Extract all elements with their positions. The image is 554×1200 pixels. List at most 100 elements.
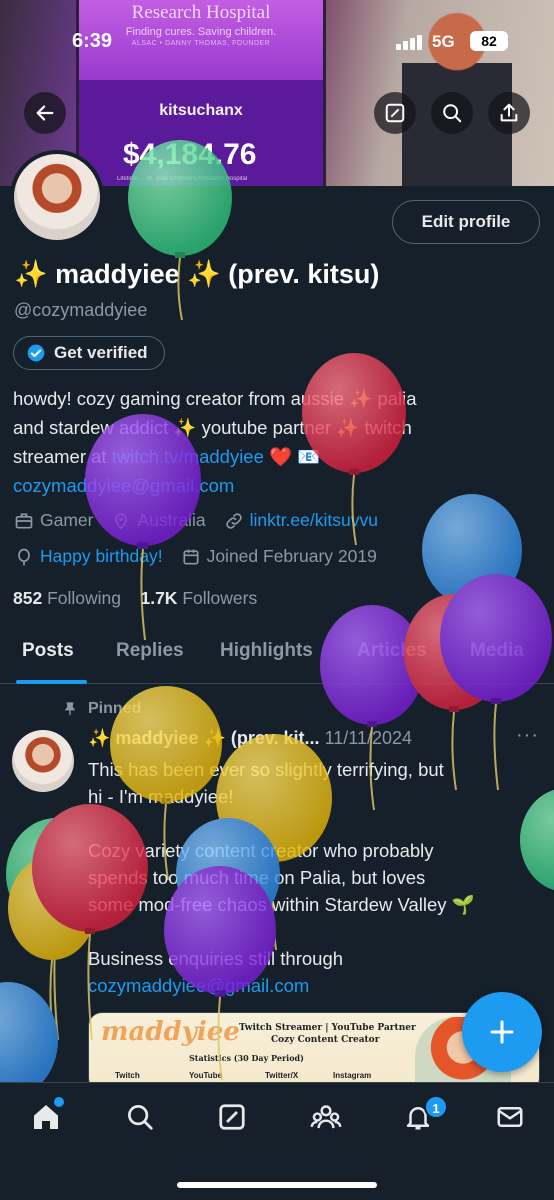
- grok-icon: [219, 1104, 245, 1130]
- banner-hospital-text: Research Hospital: [131, 2, 271, 23]
- media-logo: maddyiee: [101, 1017, 240, 1047]
- bio-line: and stardew addict ✨ youtube partner ✨ t…: [13, 417, 412, 438]
- profile-meta-row: Gamer Australia linktr.ee/kitsuvvu: [14, 510, 378, 531]
- battery-icon: 82: [470, 31, 508, 51]
- plus-icon: [490, 1020, 514, 1044]
- network-type: 5G: [432, 32, 455, 51]
- post-line: Business enquiries still through: [88, 948, 344, 969]
- edit-icon: [385, 103, 405, 123]
- post-body-paragraph: Cozy variety content creator who probabl…: [88, 837, 538, 918]
- post-body-paragraph: This has been ever so slightly terrifyin…: [88, 756, 538, 810]
- birthday-text: Happy birthday!: [40, 546, 163, 566]
- share-icon: [500, 103, 518, 122]
- verified-badge-icon: [27, 344, 45, 362]
- profile-location: Australia: [137, 510, 206, 530]
- location-icon: [115, 513, 128, 530]
- banner-fundraiser-board: Research Hospital Finding cures. Saving …: [76, 0, 326, 186]
- follow-stats: 852 Following 1.7K Followers: [13, 588, 257, 609]
- pin-icon: [64, 702, 76, 715]
- tab-media[interactable]: Media: [470, 640, 524, 662]
- link-icon: [225, 512, 242, 529]
- display-name: ✨ maddyiee ✨ (prev. kitsu): [14, 259, 380, 289]
- post-author-name[interactable]: ✨ maddyiee ✨ (prev. kit...: [88, 728, 320, 748]
- nav-messages[interactable]: [490, 1099, 530, 1135]
- post-body-paragraph: Business enquiries still through cozymad…: [88, 945, 538, 999]
- tab-highlights[interactable]: Highlights: [220, 640, 313, 662]
- media-text: Cozy Content Creator: [271, 1035, 380, 1045]
- pinned-text: Pinned: [88, 700, 142, 717]
- media-platform: Instagram: [333, 1071, 372, 1080]
- following-count: 852: [13, 588, 43, 608]
- media-platform: YouTube: [189, 1071, 223, 1080]
- nav-grok[interactable]: [212, 1099, 252, 1135]
- profile-bio: howdy! cozy gaming creator from aussie ✨…: [13, 384, 533, 500]
- email-link[interactable]: cozymaddyiee@gmail.com: [13, 475, 234, 496]
- briefcase-icon: [15, 513, 33, 528]
- media-text: Twitch Streamer | YouTube Partner: [239, 1023, 416, 1033]
- post-line: spends too much time on Palia, but loves: [88, 867, 426, 888]
- post-author-avatar[interactable]: [12, 730, 74, 792]
- edit-profile-button[interactable]: Edit profile: [392, 200, 540, 244]
- following-link[interactable]: 852 Following: [13, 588, 121, 608]
- balloon: [8, 856, 96, 960]
- back-button[interactable]: [24, 92, 66, 134]
- calendar-icon: [183, 549, 199, 564]
- messages-icon: [497, 1107, 523, 1127]
- balloon-icon: [18, 548, 30, 565]
- following-label: Following: [47, 588, 122, 608]
- post-email-link[interactable]: cozymaddyiee@gmail.com: [88, 972, 538, 999]
- home-indicator: [177, 1182, 377, 1188]
- profile-category: Gamer: [40, 510, 94, 530]
- post-line: some mod-free chaos within Stardew Valle…: [88, 894, 475, 915]
- followers-count: 1.7K: [140, 588, 178, 608]
- followers-label: Followers: [182, 588, 258, 608]
- tab-replies[interactable]: Replies: [116, 640, 184, 662]
- post-header: ✨ maddyiee ✨ (prev. kit... 11/11/2024: [88, 728, 412, 749]
- bio-line: howdy! cozy gaming creator from aussie ✨…: [13, 388, 417, 409]
- banner-footer: Lifetime ... St. Jude Children's Researc…: [117, 176, 248, 182]
- banner-stream-name: kitsuchanx: [159, 102, 243, 119]
- post-line: This has been ever so slightly terrifyin…: [88, 759, 444, 780]
- notification-badge: 1: [424, 1095, 448, 1119]
- profile-tabs: Posts Replies Highlights Articles Media: [0, 628, 554, 684]
- grok-button[interactable]: [374, 92, 416, 134]
- pinned-label: Pinned: [62, 700, 141, 718]
- nav-search[interactable]: [120, 1099, 160, 1135]
- tab-articles[interactable]: Articles: [357, 640, 427, 662]
- search-icon: [128, 1105, 153, 1130]
- status-time: 6:39: [72, 30, 113, 52]
- twitch-link[interactable]: twitch.tv/maddyiee: [112, 446, 264, 467]
- get-verified-button[interactable]: Get verified: [13, 336, 165, 370]
- search-button[interactable]: [431, 92, 473, 134]
- bio-emoji: ❤️ 📧: [263, 446, 321, 467]
- media-platform: Twitch: [115, 1071, 140, 1080]
- balloon: [0, 982, 58, 1098]
- signal-icon: [396, 34, 424, 50]
- nav-communities[interactable]: [306, 1099, 346, 1135]
- balloon: [422, 494, 522, 606]
- media-text: Statistics (30 Day Period): [189, 1053, 304, 1063]
- get-verified-label: Get verified: [54, 343, 148, 362]
- profile-meta-row: Happy birthday! Joined February 2019: [14, 546, 377, 567]
- banner-amount: $4,184.76: [123, 138, 257, 171]
- tab-posts[interactable]: Posts: [22, 640, 74, 662]
- back-icon: [36, 105, 54, 121]
- followers-link[interactable]: 1.7K Followers: [140, 588, 257, 608]
- post-date[interactable]: 11/11/2024: [325, 728, 412, 748]
- active-tab-indicator: [16, 680, 87, 684]
- communities-icon: [310, 1105, 342, 1129]
- home-unread-dot: [54, 1097, 64, 1107]
- profile-website-link[interactable]: linktr.ee/kitsuvvu: [250, 510, 378, 531]
- post-more-button[interactable]: ···: [516, 724, 539, 747]
- profile-avatar[interactable]: [10, 150, 104, 244]
- post-line: Cozy variety content creator who probabl…: [88, 840, 434, 861]
- user-handle: @cozymaddyiee: [14, 300, 148, 320]
- search-icon: [443, 104, 462, 123]
- share-button[interactable]: [488, 92, 530, 134]
- bio-line: streamer at: [13, 446, 112, 467]
- joined-date: Joined February 2019: [206, 546, 377, 566]
- post-line: hi - I'm maddyiee!: [88, 786, 234, 807]
- media-platform: Twitter/X: [265, 1071, 299, 1080]
- compose-post-button[interactable]: [462, 992, 542, 1072]
- status-bar: 6:39 5G 82: [0, 30, 554, 56]
